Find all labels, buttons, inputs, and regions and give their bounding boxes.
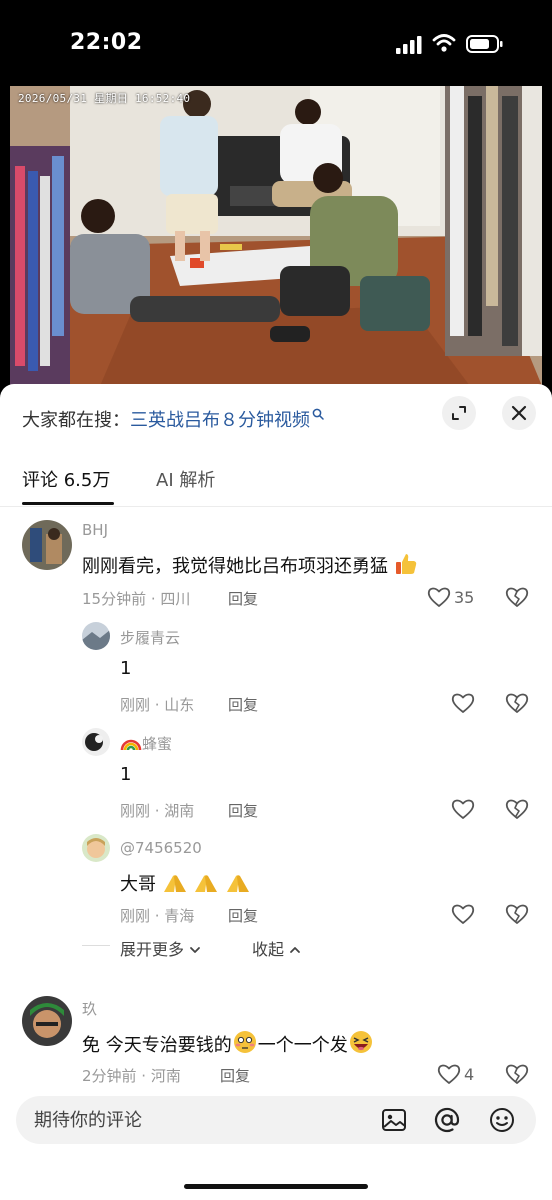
search-suggestion-prefix: 大家都在搜：: [22, 410, 130, 431]
folded-hands-emoji: [195, 875, 218, 892]
avatar[interactable]: [22, 520, 72, 570]
video-frame: [10, 86, 542, 386]
heart-icon[interactable]: [450, 797, 476, 821]
collapse-label: 收起: [252, 940, 285, 959]
heart-icon[interactable]: [450, 902, 476, 926]
wifi-icon: [432, 34, 456, 52]
reply-author-name: 蜂蜜: [142, 735, 173, 753]
dislike-heart-icon[interactable]: [504, 902, 530, 926]
dislike-heart-icon[interactable]: [504, 585, 530, 609]
comment-text-part: 一个一个发: [257, 1035, 348, 1056]
emoji-icon[interactable]: [488, 1106, 516, 1134]
reply-button[interactable]: 回复: [220, 1065, 250, 1086]
reply-meta: 刚刚 · 湖南: [120, 802, 195, 820]
comment-input-bar: [16, 1096, 536, 1144]
comment-author[interactable]: 玖: [82, 998, 97, 1019]
avatar[interactable]: [82, 728, 110, 756]
chevron-up-icon: [290, 947, 301, 953]
dislike-heart-icon[interactable]: [504, 1062, 530, 1086]
video-player[interactable]: 2026/05/31 星期日 16:52:40: [10, 86, 542, 386]
reply-text-content: 大哥: [120, 874, 156, 895]
reply-meta: 刚刚 · 山东: [120, 696, 195, 714]
status-time: 22:02: [70, 30, 143, 55]
avatar[interactable]: [82, 622, 110, 650]
reply-button[interactable]: 回复: [228, 694, 258, 715]
comment-text: 刚刚看完，我觉得她比吕布项羽还勇猛: [82, 552, 418, 578]
avatar[interactable]: [82, 834, 110, 862]
folded-hands-emoji: [227, 875, 250, 892]
comment-meta: 2分钟前 · 河南: [82, 1067, 181, 1085]
folded-hands-emoji: [163, 875, 186, 892]
search-icon: [312, 408, 324, 420]
thread-divider-line: [82, 945, 110, 946]
rainbow-emoji: [120, 739, 142, 751]
chevron-down-icon: [190, 947, 201, 953]
reply-text: 1: [120, 658, 132, 679]
expand-icon: [452, 406, 466, 420]
grinning-squint-emoji: [349, 1031, 372, 1053]
reply-meta: 刚刚 · 青海: [120, 907, 195, 925]
search-suggestion[interactable]: 大家都在搜：三英战吕布８分钟视频: [22, 406, 324, 432]
reply-button[interactable]: 回复: [228, 905, 258, 926]
tab-comments[interactable]: 评论 6.5万: [22, 466, 110, 492]
like-count: 4: [464, 1065, 475, 1084]
reply-text: 1: [120, 764, 132, 785]
expand-more-replies-button[interactable]: 展开更多: [120, 936, 201, 960]
tab-ai-analysis[interactable]: AI 解析: [156, 466, 215, 492]
cctv-timestamp: 2026/05/31 星期日 16:52:40: [18, 92, 191, 105]
reply-author[interactable]: 蜂蜜: [120, 733, 172, 754]
dislike-heart-icon[interactable]: [504, 797, 530, 821]
close-button[interactable]: [502, 396, 536, 430]
expand-button[interactable]: [442, 396, 476, 430]
signal-icon: [396, 36, 422, 54]
reply-button[interactable]: 回复: [228, 800, 258, 821]
comment-input[interactable]: [34, 1096, 364, 1144]
heart-icon[interactable]: [436, 1062, 462, 1086]
reply-author[interactable]: 步履青云: [120, 627, 180, 648]
reply-button[interactable]: 回复: [228, 588, 258, 609]
comment-text-part: 免 今天专治要钱的: [82, 1035, 232, 1056]
image-icon[interactable]: [380, 1106, 408, 1134]
flushed-face-emoji: [233, 1031, 256, 1053]
home-indicator[interactable]: [184, 1184, 368, 1189]
active-tab-indicator: [22, 502, 114, 505]
expand-more-label: 展开更多: [120, 940, 185, 959]
status-bar: 22:02: [0, 0, 552, 86]
heart-icon[interactable]: [426, 585, 452, 609]
thumbs-up-emoji: [395, 554, 416, 574]
reply-text: 大哥: [120, 870, 251, 896]
reply-author[interactable]: @7456520: [120, 839, 202, 857]
search-suggestion-term[interactable]: 三英战吕布８分钟视频: [130, 410, 310, 431]
tab-divider: [0, 506, 552, 507]
heart-icon[interactable]: [450, 691, 476, 715]
comments-sheet: 大家都在搜：三英战吕布８分钟视频 评论 6.5万 AI 解析 BHJ 刚刚看完，…: [0, 384, 552, 1200]
like-count: 35: [454, 588, 475, 607]
avatar[interactable]: [22, 996, 72, 1046]
battery-icon: [466, 35, 503, 53]
at-icon[interactable]: [433, 1106, 461, 1134]
comment-text: 免 今天专治要钱的 一个一个发: [82, 1029, 374, 1057]
comment-author[interactable]: BHJ: [82, 521, 108, 539]
comment-meta: 15分钟前 · 四川: [82, 590, 191, 608]
dislike-heart-icon[interactable]: [504, 691, 530, 715]
collapse-replies-button[interactable]: 收起: [252, 936, 301, 960]
comment-text-content: 刚刚看完，我觉得她比吕布项羽还勇猛: [82, 556, 388, 577]
close-icon: [511, 405, 527, 421]
